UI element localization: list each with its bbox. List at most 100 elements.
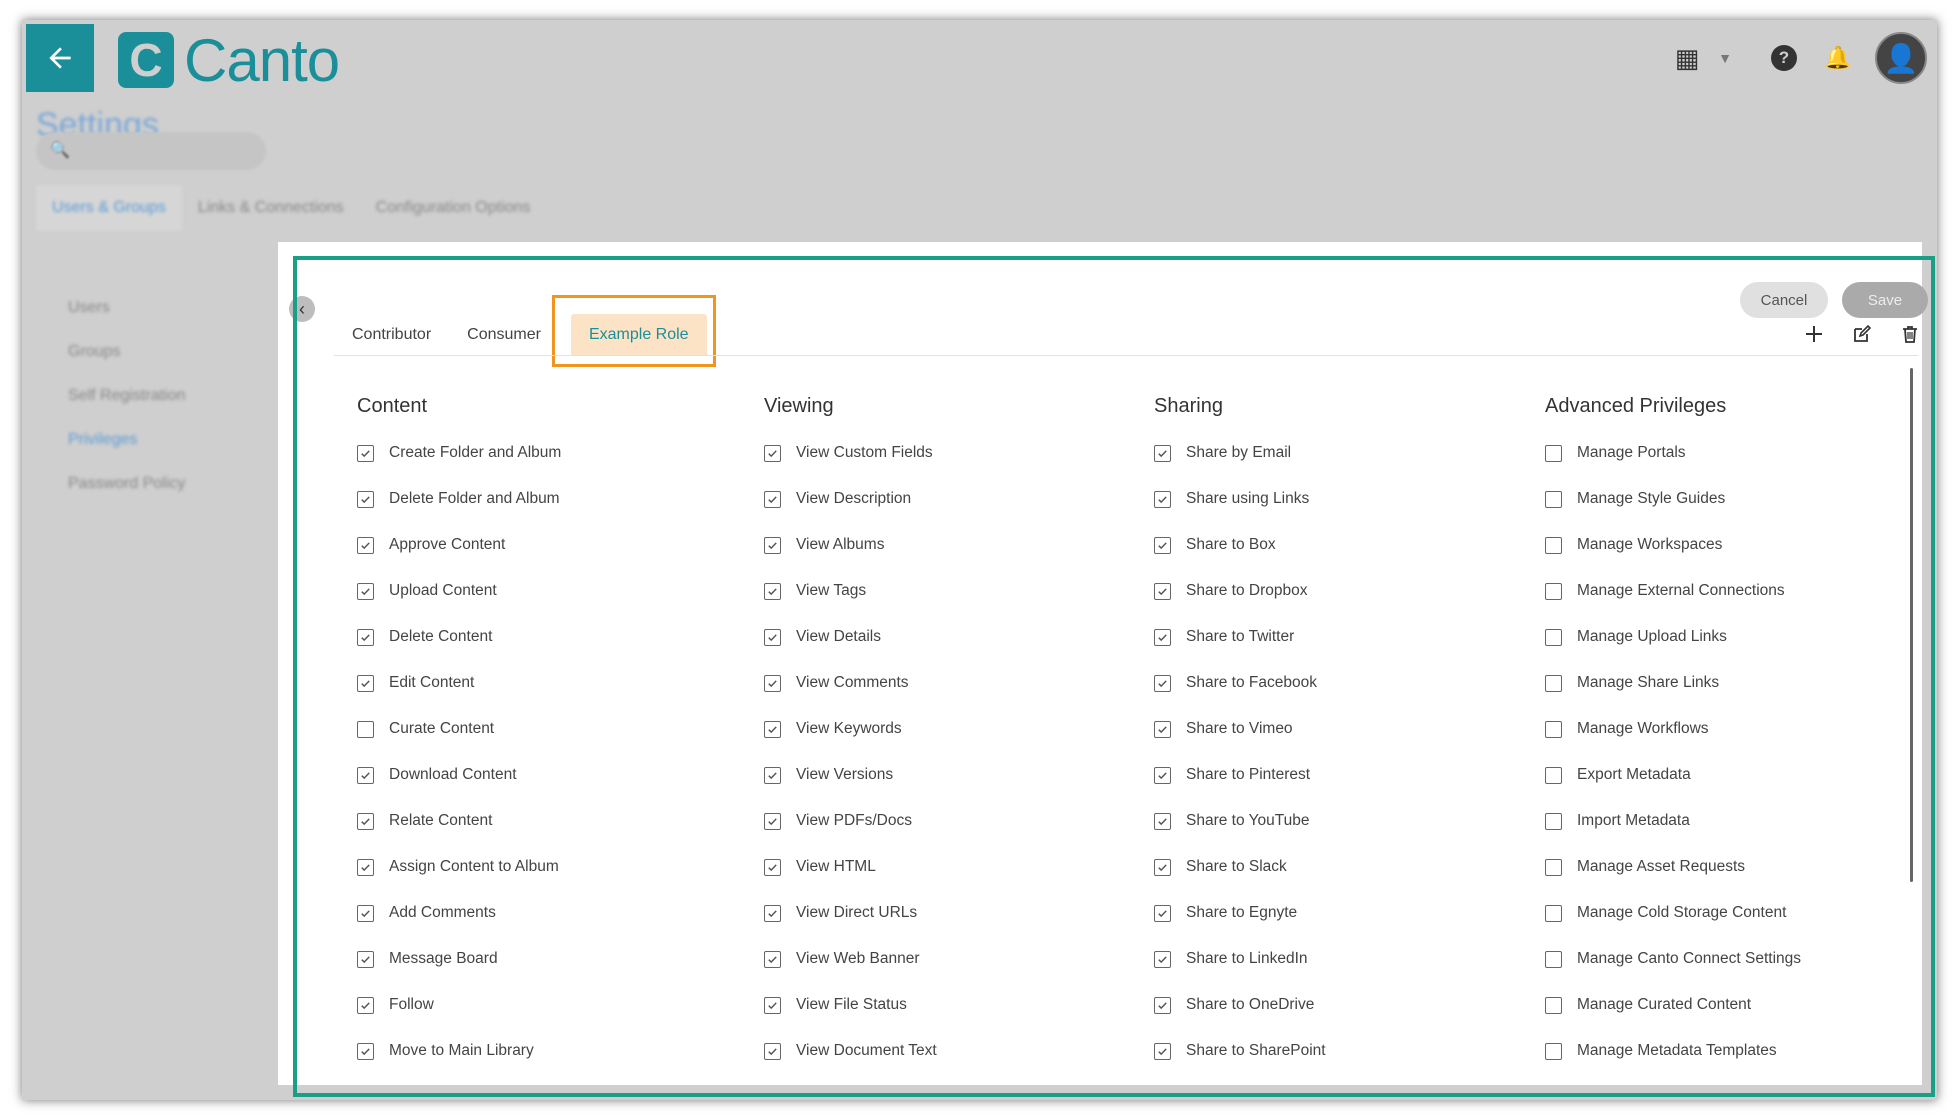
checkbox-unchecked[interactable] [1545, 628, 1562, 646]
privilege-item[interactable]: Manage Style Guides [1545, 476, 1925, 522]
privilege-item[interactable]: Share to Egnyte [1154, 890, 1534, 936]
checkbox-checked[interactable] [1154, 582, 1171, 600]
privilege-item[interactable]: Add Comments [357, 890, 737, 936]
privilege-item[interactable]: Manage Metadata Templates [1545, 1028, 1925, 1074]
checkbox-checked[interactable] [764, 720, 781, 738]
checkbox-checked[interactable] [1154, 628, 1171, 646]
checkbox-checked[interactable] [1154, 904, 1171, 922]
privilege-item[interactable]: Manage Upload Links [1545, 614, 1925, 660]
apps-grid-icon[interactable]: ▦ [1671, 43, 1703, 74]
privilege-item[interactable]: View File Status [764, 982, 1144, 1028]
privilege-item[interactable]: Assign Content to Album [357, 844, 737, 890]
privilege-item[interactable]: Upload Content [357, 568, 737, 614]
privilege-item[interactable]: Share to LinkedIn [1154, 936, 1534, 982]
privilege-item[interactable]: Share to Vimeo [1154, 706, 1534, 752]
privilege-item[interactable]: Delete Content [357, 614, 737, 660]
privilege-item[interactable]: Download Content [357, 752, 737, 798]
checkbox-unchecked[interactable] [1545, 674, 1562, 692]
edit-icon[interactable] [1850, 322, 1874, 346]
privilege-item[interactable]: Manage Canto Connect Settings [1545, 936, 1925, 982]
privilege-item[interactable]: Approve Content [357, 522, 737, 568]
checkbox-checked[interactable] [357, 582, 374, 600]
checkbox-checked[interactable] [764, 582, 781, 600]
checkbox-checked[interactable] [1154, 812, 1171, 830]
checkbox-checked[interactable] [1154, 950, 1171, 968]
checkbox-unchecked[interactable] [1545, 858, 1562, 876]
privilege-item[interactable]: Share to SharePoint [1154, 1028, 1534, 1074]
checkbox-unchecked[interactable] [1545, 490, 1562, 508]
trash-icon[interactable] [1898, 322, 1922, 346]
checkbox-unchecked[interactable] [1545, 1042, 1562, 1060]
privilege-item[interactable]: View Description [764, 476, 1144, 522]
sidebar-item-self-registration[interactable]: Self Registration [52, 384, 185, 408]
checkbox-checked[interactable] [357, 1042, 374, 1060]
checkbox-checked[interactable] [764, 812, 781, 830]
checkbox-checked[interactable] [764, 996, 781, 1014]
checkbox-unchecked[interactable] [1545, 996, 1562, 1014]
checkbox-checked[interactable] [764, 858, 781, 876]
collapse-sidebar-button[interactable]: ‹ [289, 296, 315, 322]
checkbox-unchecked[interactable] [1545, 950, 1562, 968]
canto-logo[interactable]: C Canto [118, 27, 340, 94]
privilege-item[interactable]: Share to OneDrive [1154, 982, 1534, 1028]
sidebar-item-groups[interactable]: Groups [52, 340, 185, 364]
privilege-item[interactable]: Manage Curated Content [1545, 982, 1925, 1028]
privilege-item[interactable]: Share to Dropbox [1154, 568, 1534, 614]
checkbox-checked[interactable] [357, 858, 374, 876]
privilege-item[interactable]: Share to Facebook [1154, 660, 1534, 706]
checkbox-checked[interactable] [357, 812, 374, 830]
checkbox-unchecked[interactable] [1545, 904, 1562, 922]
privilege-item[interactable]: Share to YouTube [1154, 798, 1534, 844]
privilege-item[interactable]: Share to Box [1154, 522, 1534, 568]
tab-users-groups[interactable]: Users & Groups [36, 185, 182, 231]
tab-links-connections[interactable]: Links & Connections [182, 185, 360, 231]
checkbox-checked[interactable] [1154, 858, 1171, 876]
privilege-item[interactable]: Create Folder and Album [357, 430, 737, 476]
checkbox-unchecked[interactable] [1545, 812, 1562, 830]
privilege-item[interactable]: Manage Share Links [1545, 660, 1925, 706]
privilege-item[interactable]: Manage Cold Storage Content [1545, 890, 1925, 936]
privilege-item[interactable]: Share to Twitter [1154, 614, 1534, 660]
back-button[interactable] [26, 24, 94, 92]
checkbox-checked[interactable] [357, 674, 374, 692]
checkbox-unchecked[interactable] [357, 720, 374, 738]
privilege-item[interactable]: Curate Content [357, 706, 737, 752]
privilege-item[interactable]: Follow [357, 982, 737, 1028]
privilege-item[interactable]: View Direct URLs [764, 890, 1144, 936]
privilege-item[interactable]: View HTML [764, 844, 1144, 890]
privilege-item[interactable]: View Document Text [764, 1028, 1144, 1074]
tab-contributor[interactable]: Contributor [334, 314, 449, 356]
checkbox-checked[interactable] [1154, 720, 1171, 738]
privilege-item[interactable]: Export Metadata [1545, 752, 1925, 798]
tab-configuration-options[interactable]: Configuration Options [360, 185, 547, 231]
checkbox-checked[interactable] [357, 536, 374, 554]
privilege-item[interactable]: Move to Main Library [357, 1028, 737, 1074]
checkbox-checked[interactable] [357, 490, 374, 508]
checkbox-unchecked[interactable] [1545, 444, 1562, 462]
checkbox-unchecked[interactable] [1545, 720, 1562, 738]
privilege-item[interactable]: Delete Folder and Album [357, 476, 737, 522]
privilege-item[interactable]: View Custom Fields [764, 430, 1144, 476]
bell-icon[interactable]: 🔔 [1824, 45, 1851, 71]
privilege-item[interactable]: Share by Email [1154, 430, 1534, 476]
checkbox-checked[interactable] [357, 904, 374, 922]
save-button[interactable]: Save [1842, 282, 1928, 318]
checkbox-checked[interactable] [1154, 536, 1171, 554]
sidebar-item-privileges[interactable]: Privileges [52, 428, 185, 452]
privilege-item[interactable]: Manage Workflows [1545, 706, 1925, 752]
checkbox-checked[interactable] [357, 766, 374, 784]
checkbox-checked[interactable] [1154, 996, 1171, 1014]
privilege-item[interactable]: Share using Links [1154, 476, 1534, 522]
sidebar-item-password-policy[interactable]: Password Policy [52, 472, 185, 496]
checkbox-checked[interactable] [764, 904, 781, 922]
checkbox-checked[interactable] [764, 490, 781, 508]
privilege-item[interactable]: View Details [764, 614, 1144, 660]
checkbox-unchecked[interactable] [1545, 582, 1562, 600]
checkbox-unchecked[interactable] [1545, 536, 1562, 554]
privilege-item[interactable]: View Comments [764, 660, 1144, 706]
user-avatar-icon[interactable]: 👤 [1875, 32, 1927, 84]
privilege-item[interactable]: Manage Workspaces [1545, 522, 1925, 568]
privilege-item[interactable]: View PDFs/Docs [764, 798, 1144, 844]
privilege-item[interactable]: View Versions [764, 752, 1144, 798]
plus-icon[interactable] [1802, 322, 1826, 346]
